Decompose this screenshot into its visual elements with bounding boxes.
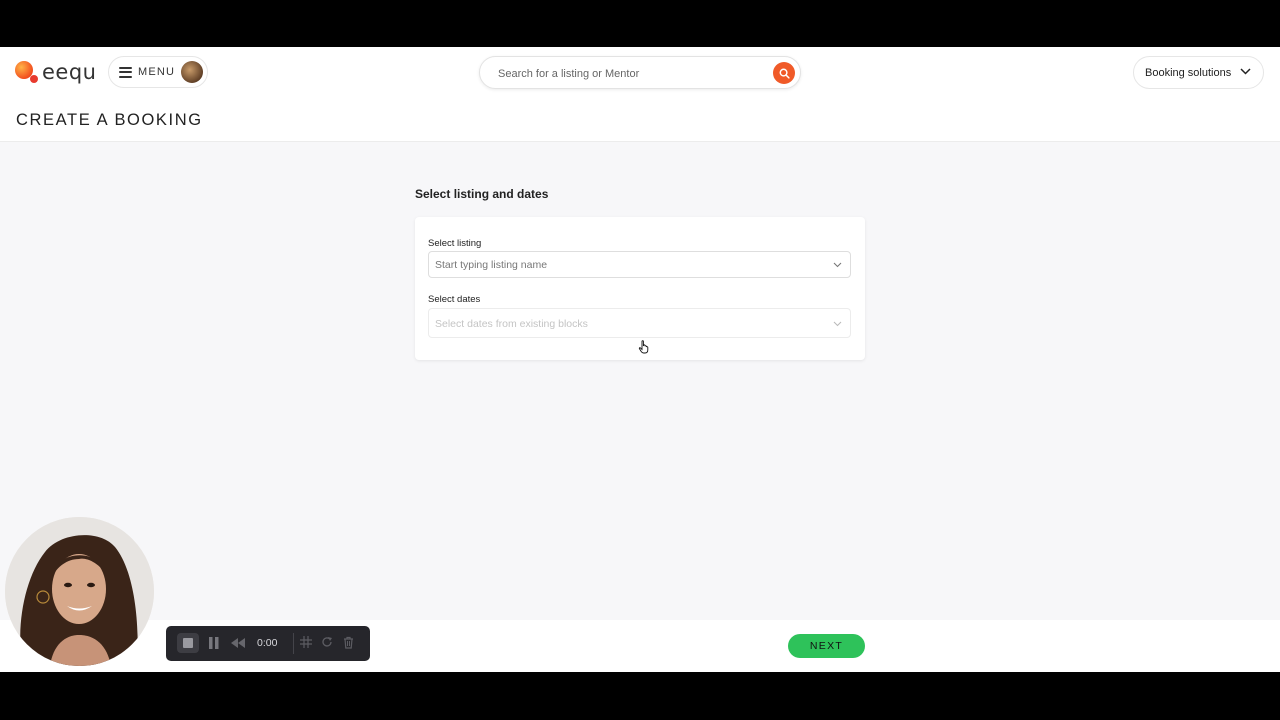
chevron-down-icon bbox=[833, 262, 842, 268]
recording-controls: 0:00 bbox=[166, 626, 370, 661]
app-viewport: eequ MENU Booking solutions CREATE A BOO… bbox=[0, 47, 1280, 672]
stop-icon bbox=[183, 638, 193, 648]
chevron-down-icon bbox=[833, 321, 842, 327]
search-bar bbox=[479, 56, 801, 89]
page-header: CREATE A BOOKING bbox=[0, 99, 1280, 142]
recording-timer: 0:00 bbox=[257, 637, 278, 649]
booking-solutions-dropdown[interactable]: Booking solutions bbox=[1133, 56, 1264, 89]
next-button[interactable]: NEXT bbox=[788, 634, 865, 658]
menu-button[interactable]: MENU bbox=[108, 56, 208, 88]
brand-logo[interactable]: eequ bbox=[15, 59, 96, 85]
listing-placeholder: Start typing listing name bbox=[435, 259, 548, 271]
grid-icon[interactable] bbox=[300, 636, 312, 648]
chevron-down-icon bbox=[1240, 68, 1251, 75]
dates-select[interactable]: Select dates from existing blocks bbox=[428, 308, 851, 338]
menu-label: MENU bbox=[138, 66, 176, 78]
search-button[interactable] bbox=[773, 62, 795, 84]
restart-icon[interactable] bbox=[321, 636, 333, 648]
top-navigation-bar: eequ MENU Booking solutions bbox=[0, 47, 1280, 99]
rewind-icon[interactable] bbox=[231, 638, 245, 648]
search-icon bbox=[779, 68, 790, 79]
webcam-overlay bbox=[5, 517, 154, 666]
divider bbox=[293, 633, 294, 654]
search-input[interactable] bbox=[496, 64, 770, 84]
brand-name: eequ bbox=[42, 60, 97, 84]
trash-icon[interactable] bbox=[343, 636, 354, 649]
dates-placeholder: Select dates from existing blocks bbox=[435, 318, 588, 330]
dates-label: Select dates bbox=[428, 294, 481, 305]
hand-cursor-icon bbox=[638, 340, 649, 354]
pause-icon[interactable] bbox=[209, 636, 219, 650]
booking-form-card: Select listing Start typing listing name… bbox=[415, 217, 865, 360]
user-avatar bbox=[181, 61, 203, 83]
listing-label: Select listing bbox=[428, 238, 482, 249]
hamburger-icon bbox=[119, 66, 132, 78]
page-title: CREATE A BOOKING bbox=[16, 111, 203, 129]
listing-select[interactable]: Start typing listing name bbox=[428, 251, 851, 278]
logo-mark-icon bbox=[15, 59, 39, 85]
section-title: Select listing and dates bbox=[415, 187, 549, 201]
stop-button[interactable] bbox=[177, 633, 199, 653]
presenter-video bbox=[5, 517, 154, 666]
booking-solutions-label: Booking solutions bbox=[1145, 66, 1232, 79]
